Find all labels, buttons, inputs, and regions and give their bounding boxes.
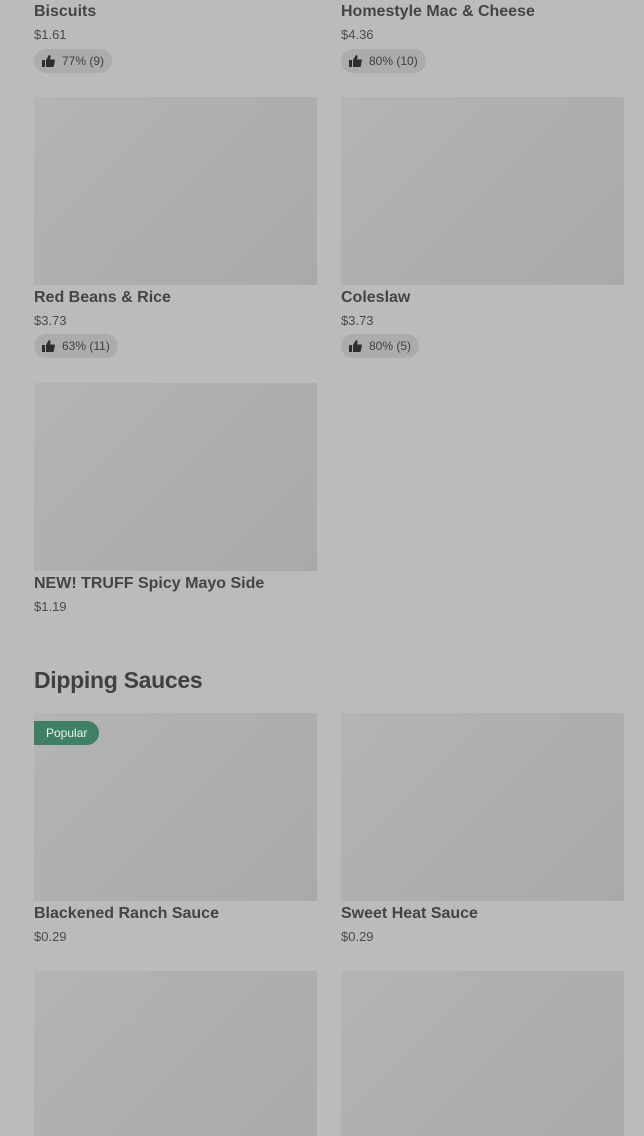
- menu-item-image: Popular: [34, 713, 317, 901]
- popular-badge: Popular: [34, 721, 100, 745]
- rating-badge: 63% (11): [34, 334, 118, 358]
- menu-item-card[interactable]: Red Beans & Rice $3.73 63% (11): [34, 97, 317, 359]
- menu-item-price: $1.19: [34, 599, 67, 614]
- menu-item-card[interactable]: [34, 971, 317, 1136]
- menu-item-card[interactable]: Popular Blackened Ranch Sauce $0.29: [34, 713, 317, 947]
- menu-item-card[interactable]: Biscuits $1.61 77% (9): [34, 0, 317, 73]
- menu-item-price: $3.73: [341, 313, 374, 328]
- menu-item-name: Red Beans & Rice: [34, 289, 171, 306]
- menu-item-image: [341, 713, 624, 901]
- menu-page: Biscuits $1.61 77% (9) Homestyle Mac & C…: [0, 0, 644, 1136]
- menu-item-card[interactable]: Homestyle Mac & Cheese $4.36 80% (10): [341, 0, 624, 73]
- rating-badge: 80% (5): [341, 334, 420, 358]
- thumbs-up-icon: [42, 55, 55, 67]
- menu-item-name: NEW! TRUFF Spicy Mayo Side: [34, 575, 265, 592]
- rating-text: 80% (10): [369, 54, 418, 68]
- menu-item-image: [341, 97, 624, 285]
- menu-item-image: [34, 97, 317, 285]
- menu-item-price: $4.36: [341, 27, 374, 42]
- menu-item-price: $0.29: [34, 929, 67, 944]
- menu-item-name: Sweet Heat Sauce: [341, 905, 478, 922]
- menu-item-card[interactable]: Coleslaw $3.73 80% (5): [341, 97, 624, 359]
- rating-text: 63% (11): [62, 339, 110, 353]
- thumbs-up-icon: [42, 340, 55, 352]
- thumbs-up-icon: [349, 55, 362, 67]
- rating-badge: 77% (9): [34, 49, 113, 73]
- rating-badge: 80% (10): [341, 49, 426, 73]
- menu-item-name: Homestyle Mac & Cheese: [341, 3, 535, 20]
- rating-text: 77% (9): [62, 54, 105, 68]
- menu-item-name: Biscuits: [34, 3, 97, 20]
- menu-item-name: Blackened Ranch Sauce: [34, 905, 219, 922]
- menu-item-image: [34, 383, 317, 571]
- thumbs-up-icon: [349, 340, 362, 352]
- menu-item-image: [341, 971, 624, 1136]
- menu-item-price: $0.29: [341, 929, 374, 944]
- menu-item-image: [34, 971, 317, 1136]
- rating-text: 80% (5): [369, 339, 412, 353]
- menu-item-card[interactable]: Sweet Heat Sauce $0.29: [341, 713, 624, 947]
- menu-item-card[interactable]: NEW! TRUFF Spicy Mayo Side $1.19: [34, 383, 317, 615]
- menu-item-name: Coleslaw: [341, 289, 411, 306]
- section-title: Dipping Sauces: [34, 667, 203, 693]
- menu-item-price: $3.73: [34, 313, 67, 328]
- menu-item-price: $1.61: [34, 27, 67, 42]
- menu-item-card[interactable]: [341, 971, 624, 1136]
